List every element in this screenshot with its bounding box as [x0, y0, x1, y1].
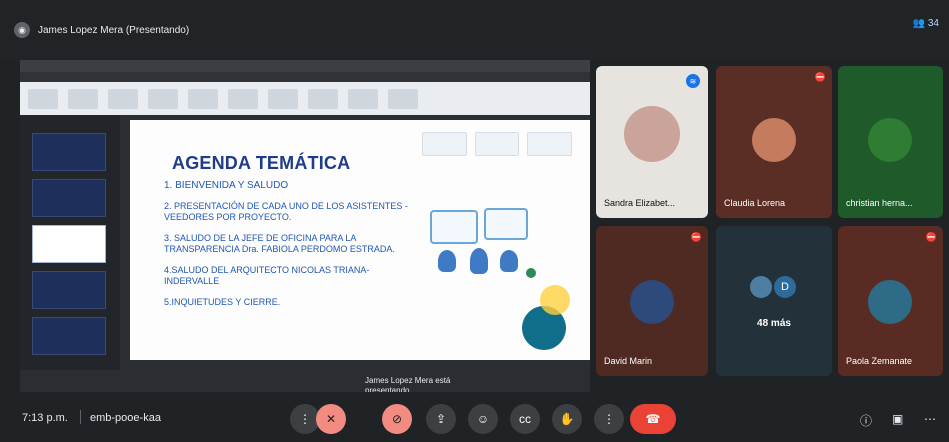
camera-off-button[interactable]: ⊘: [382, 404, 412, 434]
participant-name: David Marin: [604, 356, 653, 366]
slide-logos: [422, 128, 573, 160]
deco-circle: [540, 285, 570, 315]
participant-avatar: [868, 118, 912, 162]
participant-avatar: [630, 280, 674, 324]
ribbon-tool: [268, 88, 298, 109]
more-options-button[interactable]: ⋮: [594, 404, 624, 434]
status-bar: [20, 370, 590, 392]
participant-name: christian herna...: [846, 198, 913, 208]
agenda-list: 1. BIENVENIDA Y SALUDO 2. PRESENTACIÓN D…: [164, 180, 424, 318]
ill-plant: [526, 268, 536, 278]
more-participants-label: 48 más: [757, 318, 791, 329]
participant-tile[interactable]: ⛔ Paola Zemanate: [838, 226, 943, 376]
speaking-indicator: ≋: [686, 74, 700, 88]
participant-avatar: [750, 276, 772, 298]
ribbon-tabs: [20, 72, 590, 82]
top-bar: ◉ James Lopez Mera (Presentando) 👥 34: [0, 0, 949, 60]
captions-button[interactable]: cc: [510, 404, 540, 434]
slide-thumb: [32, 317, 106, 355]
participants-count[interactable]: 👥 34: [913, 18, 939, 29]
participant-tile[interactable]: ⛔ David Marin: [596, 226, 708, 376]
participant-tile[interactable]: ⛔ Claudia Lorena: [716, 66, 832, 218]
slide-title: AGENDA TEMÁTICA: [172, 153, 351, 173]
agenda-item: 4.SALUDO DEL ARQUITECTO NICOLAS TRIANA-I…: [164, 265, 370, 286]
meeting-illustration: [426, 204, 546, 304]
screen-share: AGENDA TEMÁTICA 1. BIENVENIDA Y SALUDO 2…: [20, 60, 590, 392]
slide-canvas: AGENDA TEMÁTICA 1. BIENVENIDA Y SALUDO 2…: [130, 120, 590, 360]
more-participants-tile[interactable]: D 48 más: [716, 226, 832, 376]
ill-person: [500, 250, 518, 272]
ribbon-titlebar: [20, 60, 590, 72]
logo-crest: [474, 132, 520, 156]
ill-window: [484, 208, 528, 240]
agenda-item: 3. SALUDO DE LA JEFE DE OFICINA PARA LA …: [164, 233, 395, 254]
participant-avatar: [752, 118, 796, 162]
people-icon: 👥: [912, 18, 926, 29]
leave-call-button[interactable]: ☎: [630, 404, 676, 434]
participant-tile[interactable]: christian herna...: [838, 66, 943, 218]
ribbon-tool: [148, 88, 178, 109]
participant-initial-avatar: D: [774, 276, 796, 298]
agenda-item: 5.INQUIETUDES Y CIERRE.: [164, 297, 281, 307]
slide-thumbnails: [20, 115, 120, 370]
meeting-code: emb-pooe-kaa: [90, 412, 161, 424]
mic-off-icon: ⛔: [690, 232, 702, 242]
agenda-item: 1. BIENVENIDA Y SALUDO: [164, 180, 289, 191]
mic-off-icon: ⛔: [925, 232, 937, 242]
powerpoint-ribbon: [20, 60, 590, 115]
meeting-time: 7:13 p.m.: [22, 412, 68, 424]
ribbon-tools: [20, 82, 590, 115]
reactions-button[interactable]: ☺: [468, 404, 498, 434]
bottom-bar: 7:13 p.m. emb-pooe-kaa ⋮ ✕ ⊘ ⇪ ☺ cc ✋ ⋮ …: [0, 392, 949, 442]
apps-icon[interactable]: ⋯: [924, 412, 936, 426]
ribbon-tool: [108, 88, 138, 109]
mic-off-icon: ⛔: [814, 72, 826, 82]
participant-video: [624, 106, 680, 162]
info-icon[interactable]: ⓘ: [860, 412, 872, 429]
ribbon-tool: [388, 88, 418, 109]
participant-name: Sandra Elizabet...: [604, 198, 676, 208]
participant-avatar: [868, 280, 912, 324]
logo-gobernacion: [422, 132, 467, 156]
chat-icon[interactable]: ▣: [892, 412, 903, 426]
ill-person: [438, 250, 456, 272]
ill-window: [430, 210, 478, 244]
raise-hand-button[interactable]: ✋: [552, 404, 582, 434]
slide-thumb-active: [32, 225, 106, 263]
divider: [80, 410, 81, 424]
ribbon-tool: [188, 88, 218, 109]
ribbon-tool: [348, 88, 378, 109]
presenter-title: ◉ James Lopez Mera (Presentando): [14, 22, 189, 38]
ill-person: [470, 248, 488, 274]
ribbon-tool: [308, 88, 338, 109]
ribbon-tool: [28, 88, 58, 109]
mic-off-button[interactable]: ✕: [316, 404, 346, 434]
agenda-item: 2. PRESENTACIÓN DE CADA UNO DE LOS ASIST…: [164, 201, 408, 222]
present-button[interactable]: ⇪: [426, 404, 456, 434]
ribbon-tool: [228, 88, 258, 109]
logo-paz: [527, 132, 573, 156]
participant-name: Claudia Lorena: [724, 198, 786, 208]
presenter-icon: ◉: [14, 22, 30, 38]
slide-thumb: [32, 271, 106, 309]
slide-thumb: [32, 133, 106, 171]
participant-tile[interactable]: ≋ Sandra Elizabet...: [596, 66, 708, 218]
presenter-title-text: James Lopez Mera (Presentando): [38, 24, 190, 36]
slide-thumb: [32, 179, 106, 217]
participant-name: Paola Zemanate: [846, 356, 913, 366]
ribbon-tool: [68, 88, 98, 109]
